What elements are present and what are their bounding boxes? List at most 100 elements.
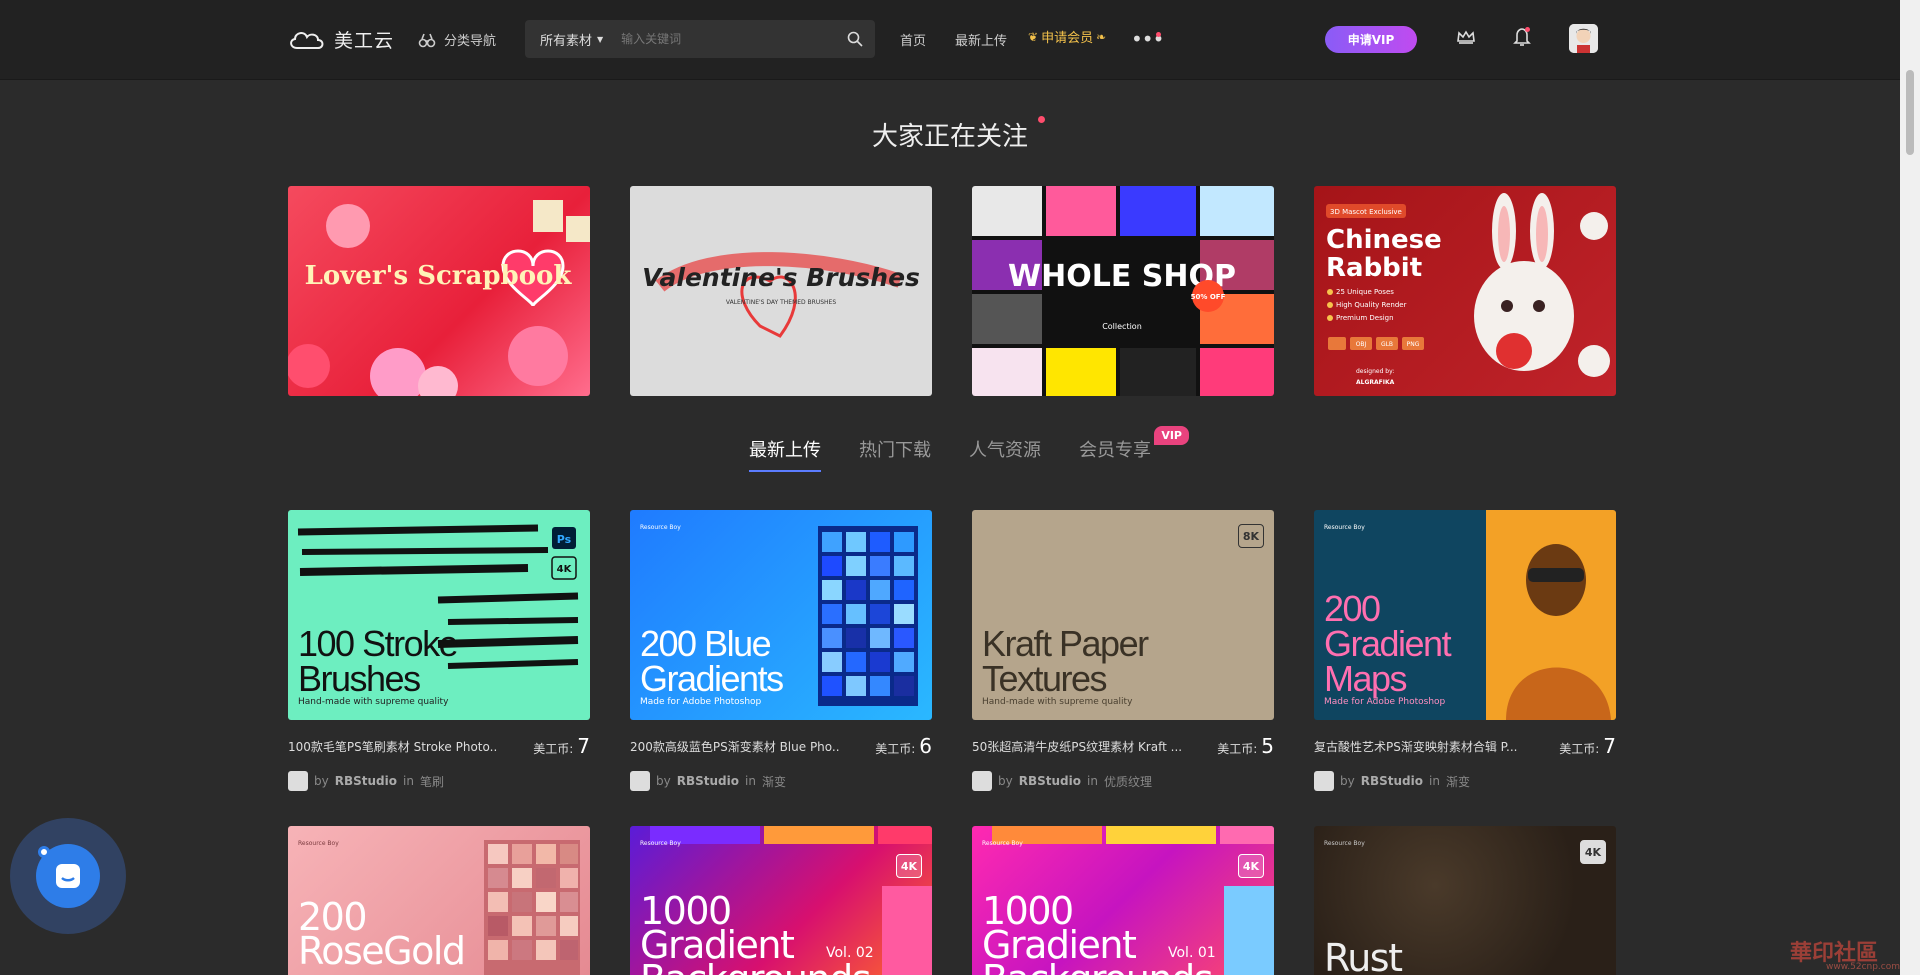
price-label: 美工币: (533, 742, 574, 756)
banner-valentine-title: Valentine's Brushes (642, 263, 920, 292)
user-avatar[interactable] (1569, 24, 1598, 53)
bell-badge-dot (1525, 27, 1530, 32)
banner-rabbit-tag: 3D Mascot Exclusive (1330, 208, 1402, 216)
section-title: 大家正在关注 (871, 122, 1028, 152)
author-name[interactable]: RBStudio (335, 774, 397, 788)
price-value: 7 (1603, 734, 1616, 758)
author-name[interactable]: RBStudio (1019, 774, 1081, 788)
price-label: 美工币: (1217, 742, 1258, 756)
logo-text: 美工云 (334, 30, 395, 52)
author-name[interactable]: RBStudio (677, 774, 739, 788)
laurel-left-icon: ❦ (1028, 29, 1039, 44)
site-logo[interactable]: 美工云 (287, 26, 394, 53)
resource-card-gradient-vol1[interactable]: Resource Boy 4K 1000 Gradient Background… (972, 826, 1274, 975)
price-value: 5 (1261, 734, 1274, 758)
tab-trending[interactable]: 人气资源 (969, 436, 1041, 472)
thumb-brand: Resource Boy (1324, 524, 1365, 531)
resource-card[interactable]: Ps 4K 100 Stroke Brushes Hand-made with … (288, 510, 590, 791)
card-thumb-title: 1000 Gradient Backgrounds (640, 889, 872, 975)
card-thumbnail[interactable]: Ps 4K 100 Stroke Brushes Hand-made with … (288, 510, 590, 720)
banner-valentines-brushes[interactable]: Valentine's Brushes VALENTINE'S DAY THEM… (630, 186, 932, 396)
card-thumbnail[interactable]: 8K Kraft Paper Textures Hand-made with s… (972, 510, 1274, 720)
chat-widget[interactable] (10, 818, 126, 934)
nav-member[interactable]: ❦ 申请会员 ❧ (1028, 27, 1106, 47)
banner-rabbit-format-png: PNG (1407, 341, 1420, 348)
tab-latest[interactable]: 最新上传 (749, 436, 821, 472)
thumb-brand: Resource Boy (640, 840, 681, 847)
card-thumbnail[interactable]: Resource Boy 200 Blue Gradients Made for… (630, 510, 932, 720)
banner-valentine-sub: VALENTINE'S DAY THEMED BRUSHES (726, 299, 837, 306)
search-scope-select[interactable]: 所有素材 ▼ (540, 30, 603, 49)
resource-card-rosegold[interactable]: Resource Boy 200 RoseGold (288, 826, 590, 975)
card-thumb-sub: Made for Adobe Photoshop (640, 697, 762, 707)
crown-icon[interactable] (1456, 29, 1476, 45)
banner-whole-shop-badge: 50% OFF (1191, 293, 1226, 301)
card-thumb-vol: Vol. 02 (826, 945, 874, 961)
author-name[interactable]: RBStudio (1361, 774, 1423, 788)
resource-card-rust[interactable]: Resource Boy 4K Rust (1314, 826, 1616, 975)
nav-home[interactable]: 首页 (900, 30, 926, 49)
more-menu-icon[interactable]: ••• (1131, 27, 1164, 51)
apply-vip-button[interactable]: 申请VIP (1325, 26, 1417, 53)
in-label: in (402, 774, 414, 788)
card-category[interactable]: 渐变 (1446, 773, 1470, 790)
nav-member-label: 申请会员 (1041, 31, 1094, 46)
badge-4k: 4K (1580, 840, 1606, 864)
price-value: 6 (919, 734, 932, 758)
chat-button[interactable] (36, 844, 100, 908)
tab-latest-label: 最新上传 (749, 440, 821, 461)
search-input[interactable] (621, 32, 842, 46)
card-thumb-title: 1000 Gradient Backgrounds (982, 889, 1214, 975)
card-thumb-title: Rust (1324, 936, 1403, 975)
caret-down-icon: ▼ (597, 34, 604, 44)
card-thumb-title: 100 Stroke Brushes (298, 623, 459, 699)
banner-chinese-rabbit[interactable]: 3D Mascot Exclusive Chinese Rabbit 25 Un… (1314, 186, 1616, 396)
resource-card[interactable]: Resource Boy 200 Gradient Maps Made for … (1314, 510, 1616, 791)
resource-card[interactable]: 8K Kraft Paper Textures Hand-made with s… (972, 510, 1274, 791)
top-header: 美工云 分类导航 所有素材 ▼ 首页 最新上传 ❦ 申请会员 ❧ ••• 申请V… (0, 0, 1900, 80)
card-thumbnail[interactable]: Resource Boy 200 Gradient Maps Made for … (1314, 510, 1616, 720)
banner-rabbit-feature-3: Premium Design (1336, 314, 1394, 322)
card-name[interactable]: 复古酸性艺术PS渐变映射素材合辑 P... (1314, 738, 1524, 755)
banner-rabbit-title-2: Rabbit (1326, 253, 1422, 283)
watermark-url: www.52cnp.com (1826, 962, 1901, 972)
thumb-brand: Resource Boy (1324, 840, 1365, 847)
binoculars-icon (418, 33, 436, 47)
badge-8k: 8K (1238, 524, 1264, 548)
tab-members-only[interactable]: 会员专享 VIP (1079, 426, 1189, 472)
scrollbar[interactable] (1900, 0, 1920, 975)
resource-card-gradient-vol2[interactable]: Resource Boy 4K 1000 Gradient Background… (630, 826, 932, 975)
author-avatar[interactable] (972, 771, 992, 791)
nav-latest[interactable]: 最新上传 (955, 30, 1007, 49)
author-avatar[interactable] (630, 771, 650, 791)
banner-whole-shop[interactable]: WHOLE SHOP 50% OFF Collection (972, 186, 1274, 396)
search-bar: 所有素材 ▼ (525, 20, 875, 58)
search-icon[interactable] (847, 31, 863, 47)
author-avatar[interactable] (288, 771, 308, 791)
card-name[interactable]: 50张超高清牛皮纸PS纹理素材 Kraft ... (972, 738, 1182, 755)
card-category[interactable]: 渐变 (762, 773, 786, 790)
banner-rabbit-title-1: Chinese (1326, 225, 1442, 255)
banner-rabbit-format-obj: OBJ (1356, 341, 1367, 348)
category-nav-label: 分类导航 (444, 34, 497, 49)
resource-card[interactable]: Resource Boy 200 Blue Gradients Made for… (630, 510, 932, 791)
card-thumb-title: 200 RoseGold (298, 895, 466, 973)
author-avatar[interactable] (1314, 771, 1334, 791)
card-thumb-sub: Hand-made with supreme quality (298, 697, 449, 707)
tab-popular-downloads[interactable]: 热门下载 (859, 436, 931, 472)
scrollbar-thumb[interactable] (1906, 70, 1914, 155)
content-tabs: 最新上传 热门下载 人气资源 会员专享 VIP (0, 426, 1900, 472)
card-thumb-title: 200 Gradient Maps (1324, 588, 1452, 699)
vip-badge: VIP (1154, 426, 1189, 445)
in-label: in (744, 774, 756, 788)
banner-lovers-scrapbook[interactable]: Lover's Scrapbook (288, 186, 590, 396)
category-nav[interactable]: 分类导航 (418, 30, 496, 49)
search-scope-label: 所有素材 (540, 33, 593, 49)
tab-members-label: 会员专享 (1079, 440, 1151, 461)
card-name[interactable]: 200款高级蓝色PS渐变素材 Blue Pho... (630, 738, 840, 755)
card-category[interactable]: 笔刷 (420, 773, 444, 790)
card-category[interactable]: 优质纹理 (1104, 773, 1152, 790)
card-name[interactable]: 100款毛笔PS笔刷素材 Stroke Photo... (288, 738, 498, 755)
banner-rabbit-format-glb: GLB (1381, 341, 1393, 348)
banner-rabbit-feature-1: 25 Unique Poses (1336, 288, 1394, 296)
